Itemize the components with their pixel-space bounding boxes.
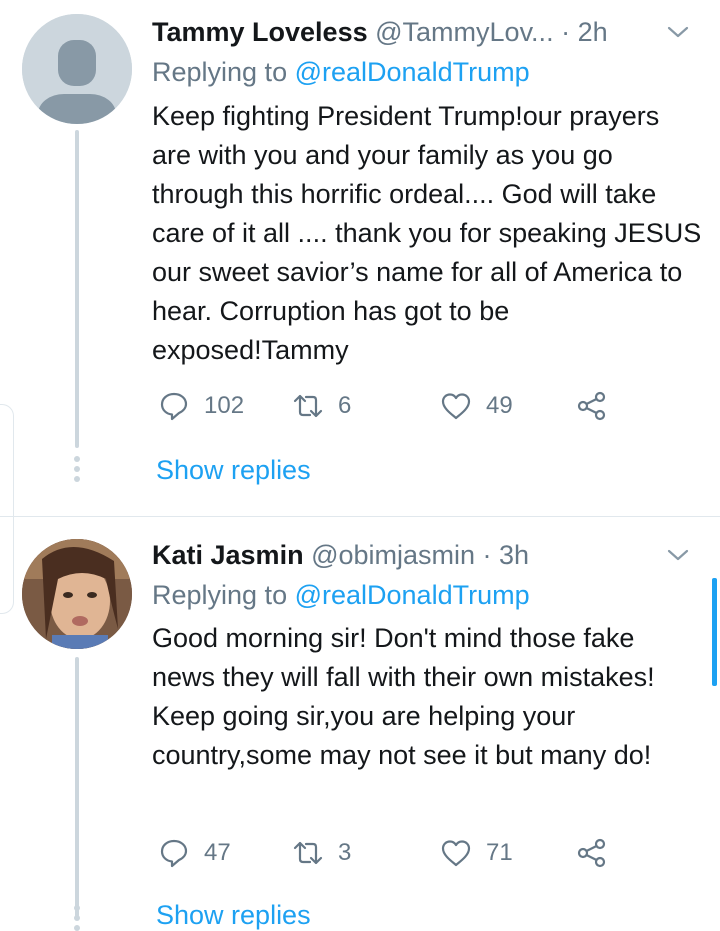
- share-icon: [577, 391, 606, 421]
- thread-line: [75, 130, 79, 448]
- thread-line: [75, 657, 79, 917]
- mention-link[interactable]: @realDonaldTrump: [295, 57, 530, 87]
- retweet-count: 3: [338, 839, 352, 866]
- retweet-button[interactable]: 6: [292, 386, 351, 426]
- reply-button[interactable]: 102: [158, 386, 244, 426]
- heart-icon: [441, 393, 471, 420]
- user-handle[interactable]: @TammyLov...: [375, 17, 553, 47]
- share-icon: [577, 838, 606, 868]
- avatar[interactable]: [22, 539, 132, 649]
- default-avatar-icon: [22, 14, 132, 124]
- avatar[interactable]: [22, 14, 132, 124]
- share-button[interactable]: [576, 833, 622, 873]
- like-button[interactable]: 71: [440, 833, 513, 873]
- tweet-card[interactable]: Kati Jasmin @obimjasmin · 3h Replying to…: [0, 516, 720, 931]
- user-handle[interactable]: @obimjasmin: [311, 540, 475, 570]
- display-name[interactable]: Tammy Loveless: [152, 17, 368, 47]
- timestamp[interactable]: · 3h: [483, 540, 530, 570]
- retweet-button[interactable]: 3: [292, 833, 351, 873]
- reply-count: 47: [204, 839, 231, 866]
- chevron-down-icon[interactable]: [666, 20, 690, 44]
- scrollbar[interactable]: [712, 578, 717, 686]
- display-name[interactable]: Kati Jasmin: [152, 540, 304, 570]
- retweet-icon: [293, 841, 323, 865]
- show-replies-link[interactable]: Show replies: [156, 897, 311, 931]
- mention-link[interactable]: @realDonaldTrump: [295, 580, 530, 610]
- tweet-actions: 47 3 71: [152, 833, 672, 873]
- retweet-count: 6: [338, 392, 352, 419]
- reply-icon: [160, 392, 188, 421]
- share-button[interactable]: [576, 386, 622, 426]
- reply-button[interactable]: 47: [158, 833, 231, 873]
- replying-label: Replying to: [152, 57, 295, 87]
- replying-label: Replying to: [152, 580, 295, 610]
- tweet-card[interactable]: Tammy Loveless @TammyLov... · 2h Replyin…: [0, 0, 720, 516]
- reply-icon: [160, 839, 188, 868]
- tweet-header: Tammy Loveless @TammyLov... · 2h: [152, 14, 700, 50]
- reply-count: 102: [204, 392, 245, 419]
- show-replies-link[interactable]: Show replies: [156, 452, 311, 488]
- tweet-text: Keep fighting President Trump!our prayer…: [152, 101, 702, 365]
- like-count: 71: [486, 839, 513, 866]
- replying-to: Replying to @realDonaldTrump: [152, 577, 530, 613]
- tweet-header: Kati Jasmin @obimjasmin · 3h: [152, 537, 700, 573]
- like-count: 49: [486, 392, 513, 419]
- tweet-actions: 102 6 49: [152, 386, 672, 426]
- chevron-down-icon[interactable]: [666, 543, 690, 567]
- profile-photo: [22, 539, 132, 649]
- heart-icon: [441, 840, 471, 867]
- replying-to: Replying to @realDonaldTrump: [152, 54, 530, 90]
- like-button[interactable]: 49: [440, 386, 513, 426]
- retweet-icon: [293, 394, 323, 418]
- tweet-text: Good morning sir! Don't mind those fake …: [152, 623, 655, 770]
- thread-dots: [74, 456, 80, 486]
- timestamp[interactable]: · 2h: [561, 17, 608, 47]
- thread-dots: [74, 905, 80, 931]
